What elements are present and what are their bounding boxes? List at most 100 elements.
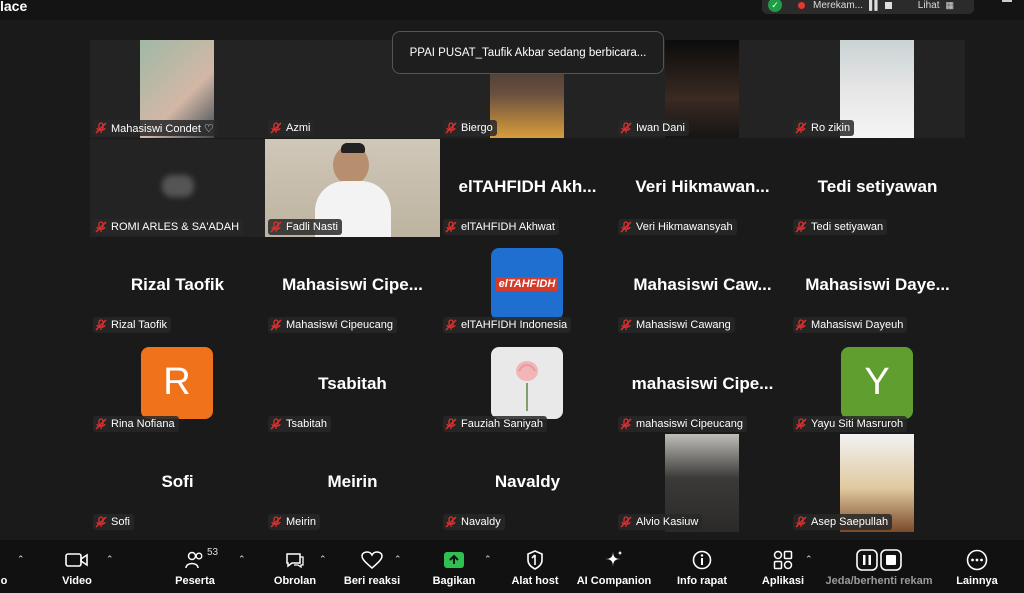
pause-recording-icon[interactable]: ▌▌ [869,0,881,10]
participant-display-name: Mahasiswi Daye... [805,275,950,294]
participant-tile[interactable]: Y Yayu Siti Masruroh [790,335,965,434]
participants-options-caret-icon[interactable]: ⌃ [238,554,246,565]
participant-nameplate: Azmi [268,120,315,136]
audio-button[interactable]: o [0,540,14,593]
muted-microphone-icon [620,220,632,233]
host-tools-label: Alat host [511,575,559,587]
minimize-icon[interactable] [1002,0,1012,2]
apps-label: Aplikasi [761,575,805,587]
recording-label: Merekam... [813,0,864,11]
participant-tile[interactable]: Mahasiswi Daye... Mahasiswi Dayeuh [790,237,965,335]
muted-microphone-icon [95,319,107,331]
muted-microphone-icon [270,122,282,134]
participant-tile[interactable]: Meirin Meirin [265,434,440,532]
participant-display-name: Navaldy [494,472,561,491]
participant-name: Mahasiswi Cawang [636,319,731,331]
participant-nameplate: Mahasiswi Cipeucang [268,317,397,333]
participant-tile[interactable]: Tsabitah Tsabitah [265,335,440,434]
apps-button[interactable]: Aplikasi [758,540,808,593]
muted-microphone-icon [270,319,282,331]
participant-name: Navaldy [461,516,501,528]
participant-tile[interactable]: Mahasiswi Caw... Mahasiswi Cawang [615,237,790,335]
video-options-caret-icon[interactable]: ⌃ [106,554,114,565]
participant-tile[interactable]: Rizal Taofik Rizal Taofik [90,237,265,335]
participant-name: Yayu Siti Masruroh [811,417,904,430]
share-screen-icon [444,552,464,568]
participant-name: Rina Nofiana [111,417,175,430]
ai-companion-button[interactable]: AI Companion [576,540,652,593]
gallery-grid-icon[interactable]: ▦ [945,0,954,11]
participant-name: Mahasiswi Cipeucang [286,319,393,331]
pause-stop-recording-button[interactable]: Jeda/berhenti rekam [824,540,934,593]
participant-nameplate: Asep Saepullah [793,514,893,530]
more-icon [966,549,988,571]
participants-count: 53 [207,547,219,558]
active-speaker-text: PPAI PUSAT_Taufik Akbar sedang berbicara… [409,46,647,59]
participant-tile[interactable]: Asep Saepullah [790,434,965,532]
participant-name: Ro zikin [811,122,851,134]
audio-options-caret-icon[interactable]: ⌃ [17,554,25,565]
info-icon [692,549,712,571]
participants-button[interactable]: 53 Peserta [170,540,220,593]
participant-display-name: Tedi setiyawan [817,176,938,196]
participant-tile[interactable]: ROMI ARLES & SA'ADAH [90,138,265,237]
participant-tile[interactable]: Ro zikin [790,40,965,138]
participant-name: Biergo [461,122,493,134]
participant-tile[interactable]: elTAHFIDH Akh... elTAHFIDH Akhwat [440,138,615,237]
chat-label: Obrolan [273,575,317,587]
stop-recording-icon[interactable] [884,1,892,9]
recording-indicator[interactable]: ✓ Merekam... ▌▌ Lihat ▦ [762,0,974,14]
chat-button[interactable]: Obrolan [270,540,320,593]
muted-microphone-icon [445,516,457,528]
participant-display-name: mahasiswi Cipe... [631,373,774,393]
apps-icon [773,549,793,571]
participant-tile[interactable]: Fadli Nasti [265,138,440,237]
participant-nameplate: Mahasiswi Dayeuh [793,317,908,333]
video-gallery: Mahasiswi Condet ♡ Azmi Biergo Iwan Dani Ro … [90,40,965,532]
shield-icon [526,549,544,571]
ai-companion-label: AI Companion [576,575,652,587]
video-button[interactable]: Video [52,540,102,593]
muted-microphone-icon [795,516,807,528]
muted-microphone-icon [95,122,107,134]
participant-name: Meirin [286,516,316,528]
participant-nameplate: Biergo [443,120,497,136]
participant-tile[interactable]: Tedi setiyawan Tedi setiyawan [790,138,965,237]
muted-microphone-icon [270,220,282,233]
participant-nameplate: Fadli Nasti [268,218,342,235]
participant-nameplate: ROMI ARLES & SA'ADAH [93,218,244,235]
chat-options-caret-icon[interactable]: ⌃ [319,554,327,565]
participant-display-name: Tsabitah [318,373,387,393]
participant-tile[interactable]: elTAHFIDH elTAHFIDH Indonesia [440,237,615,335]
reactions-button[interactable]: Beri reaksi [344,540,400,593]
video-label: Video [62,575,92,587]
muted-microphone-icon [445,220,457,233]
participant-name: Fauziah Saniyah [461,417,543,430]
share-options-caret-icon[interactable]: ⌃ [484,554,492,565]
participant-tile[interactable]: mahasiswi Cipe... mahasiswi Cipeucang [615,335,790,434]
meeting-info-button[interactable]: Info rapat [672,540,732,593]
host-tools-button[interactable]: Alat host [507,540,563,593]
apps-options-caret-icon[interactable]: ⌃ [805,554,813,565]
more-button[interactable]: Lainnya [952,540,1002,593]
participant-display-name: Mahasiswi Cipe... [282,275,423,294]
muted-microphone-icon [445,122,457,134]
participant-name: Alvio Kasiuw [636,516,699,528]
participant-nameplate: Iwan Dani [618,120,689,136]
share-button[interactable]: Bagikan [428,540,480,593]
participant-tile[interactable]: Alvio Kasiuw [615,434,790,532]
participant-tile[interactable]: Fauziah Saniyah [440,335,615,434]
participant-tile[interactable]: Navaldy Navaldy [440,434,615,532]
reactions-options-caret-icon[interactable]: ⌃ [394,554,402,565]
window-top-bar: lace ✓ Merekam... ▌▌ Lihat ▦ [0,0,1024,20]
participant-name: ROMI ARLES & SA'ADAH [111,220,240,233]
participant-tile[interactable]: Mahasiswi Condet ♡ [90,40,265,138]
participant-tile[interactable]: Mahasiswi Cipe... Mahasiswi Cipeucang [265,237,440,335]
view-label[interactable]: Lihat [918,0,940,11]
participant-tile[interactable]: Sofi Sofi [90,434,265,532]
participant-name: Veri Hikmawansyah [636,220,733,233]
participant-tile[interactable]: Veri Hikmawan... Veri Hikmawansyah [615,138,790,237]
meeting-toolbar: o ⌃ Video ⌃ 53 Peserta ⌃ Obrolan ⌃ Beri … [0,540,1024,593]
participant-tile[interactable]: R Rina Nofiana [90,335,265,434]
participant-nameplate: Rina Nofiana [93,415,179,432]
